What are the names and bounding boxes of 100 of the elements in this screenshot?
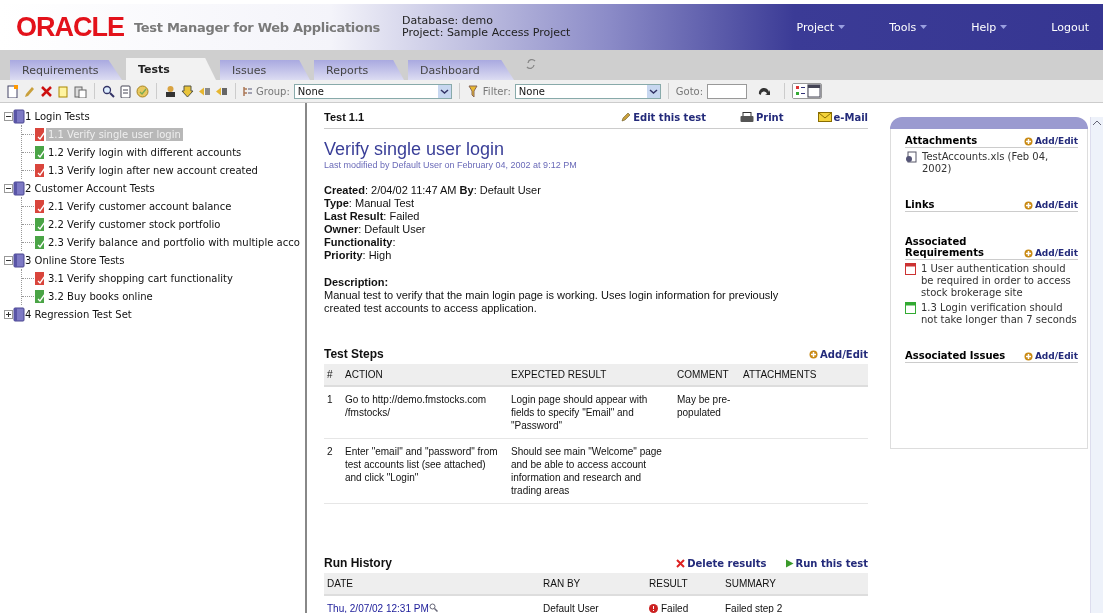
field-line: Functionality: bbox=[324, 236, 397, 249]
add-icon bbox=[1023, 200, 1033, 210]
action-link[interactable]: Print bbox=[739, 111, 784, 123]
description-text: Manual test to verify that the main login page is working. Uses login information for previously created test accounts to access application. bbox=[324, 289, 780, 315]
test-id-heading: Test 1.1 bbox=[324, 111, 366, 123]
add-edit-link[interactable]: Add/Edit bbox=[1023, 351, 1078, 361]
add-icon bbox=[1023, 248, 1033, 258]
section-title: Associated Issues bbox=[905, 350, 1006, 361]
table-cell: Should see main "Welcome" page and be able to access account information and research and trading areas bbox=[508, 438, 674, 504]
paste-icon[interactable] bbox=[74, 84, 87, 98]
menu-item[interactable]: Tools bbox=[875, 20, 942, 34]
tab[interactable]: Reports bbox=[314, 60, 404, 80]
goto-field[interactable] bbox=[707, 83, 748, 99]
add-edit-link[interactable]: Add/Edit bbox=[809, 348, 868, 360]
collapse-icon[interactable] bbox=[4, 255, 13, 265]
field-line: Priority: High bbox=[324, 249, 393, 262]
tab[interactable]: Requirements bbox=[10, 60, 122, 80]
group-icon bbox=[243, 85, 252, 97]
table-cell: Default User bbox=[540, 595, 646, 613]
action-link[interactable]: Run this test bbox=[784, 557, 868, 569]
column-header: COMMENT bbox=[674, 364, 740, 386]
result-cell: Failed bbox=[649, 602, 689, 613]
section-title: Attachments bbox=[905, 135, 979, 146]
add-edit-link[interactable]: Add/Edit bbox=[1023, 136, 1078, 146]
menu-item[interactable]: Help bbox=[957, 20, 1022, 34]
filter-label: Filter: bbox=[482, 85, 511, 97]
database-label: Database: demo bbox=[402, 15, 494, 27]
tab[interactable]: Dashboard bbox=[408, 60, 514, 80]
user-icon[interactable] bbox=[164, 84, 177, 98]
search-icon[interactable] bbox=[102, 84, 115, 98]
tree-item[interactable]: 1.2 Verify login with different accounts bbox=[46, 145, 244, 159]
go-icon[interactable] bbox=[757, 85, 772, 97]
folder-book-icon bbox=[13, 180, 25, 196]
action-link[interactable]: e-Mail bbox=[817, 111, 868, 123]
group-select[interactable]: None bbox=[293, 83, 452, 99]
field-line: Type: Manual Test bbox=[324, 197, 416, 210]
download-icon[interactable] bbox=[181, 84, 194, 98]
tree-item[interactable]: 2.2 Verify customer stock portfolio bbox=[46, 217, 223, 231]
tab[interactable]: Issues bbox=[220, 60, 310, 80]
column-header: RESULT bbox=[646, 573, 722, 595]
tree-group-label[interactable]: 3 Online Store Tests bbox=[25, 254, 125, 266]
table-cell: May be pre-populated bbox=[674, 386, 740, 439]
group-label: Group: bbox=[256, 85, 290, 97]
check-circle-icon[interactable] bbox=[136, 84, 149, 98]
column-header: EXPECTED RESULT bbox=[508, 364, 674, 386]
tree-view-icon[interactable] bbox=[793, 84, 808, 98]
table-cell: 1 bbox=[324, 386, 342, 439]
add-edit-link[interactable]: Add/Edit bbox=[1023, 248, 1078, 258]
date-link[interactable]: Thu, 2/07/02 12:31 PM bbox=[327, 603, 429, 613]
field-line: Owner: Default User bbox=[324, 223, 427, 236]
tree-item[interactable]: 1.3 Verify login after new account created bbox=[46, 163, 260, 177]
column-header: # bbox=[324, 364, 342, 386]
add-icon bbox=[809, 349, 819, 359]
column-header: ATTACHMENTS bbox=[740, 364, 868, 386]
tree-group-label[interactable]: 1 Login Tests bbox=[25, 110, 90, 122]
menu-item[interactable]: Logout bbox=[1037, 20, 1103, 34]
add-icon bbox=[1023, 136, 1033, 146]
table-cell: Enter "email" and "password" from test accounts list (see attached) and click "Login" bbox=[342, 438, 508, 504]
table-cell: Login page should appear with fields to specify "Email" and "Password" bbox=[508, 386, 674, 439]
add-edit-link[interactable]: Add/Edit bbox=[1023, 200, 1078, 210]
collapse-icon[interactable] bbox=[4, 183, 13, 193]
scrollbar[interactable] bbox=[1090, 117, 1103, 613]
item-text: 1.3 Login verification should not take longer than 7 seconds bbox=[921, 302, 1078, 326]
new-test-icon[interactable] bbox=[6, 84, 19, 98]
expand-icon[interactable] bbox=[4, 309, 13, 319]
file-icon bbox=[905, 151, 917, 163]
action-link[interactable]: Delete results bbox=[676, 557, 767, 569]
description-label: Description: bbox=[324, 276, 390, 289]
tree-item[interactable]: 3.1 Verify shopping cart functionality bbox=[46, 271, 235, 285]
envelope-icon bbox=[817, 112, 832, 122]
scroll-up-icon[interactable] bbox=[1093, 120, 1101, 125]
menu-item[interactable]: Project bbox=[782, 20, 860, 34]
clipboard-icon[interactable] bbox=[119, 84, 132, 98]
item-text[interactable]: TestAccounts.xls (Feb 04, 2002) bbox=[922, 151, 1078, 175]
action-link[interactable]: Edit this test bbox=[621, 111, 706, 123]
tree-item[interactable]: 2.1 Verify customer account balance bbox=[46, 199, 234, 213]
tree-item[interactable]: 3.2 Buy books online bbox=[46, 289, 155, 303]
filter-icon bbox=[466, 84, 479, 98]
filter-select[interactable]: None bbox=[514, 83, 661, 99]
tree-group-label[interactable]: 2 Customer Account Tests bbox=[25, 182, 155, 194]
column-header: RAN BY bbox=[540, 573, 646, 595]
project-label: Project: Sample Access Project bbox=[402, 27, 571, 39]
goto-label: Goto: bbox=[675, 85, 704, 97]
magnifier-icon bbox=[428, 603, 438, 612]
test-title: Verify single user login bbox=[324, 139, 506, 160]
collapse-icon[interactable] bbox=[4, 111, 13, 121]
section-title: Links bbox=[905, 199, 936, 210]
field-line: Last Result: Failed bbox=[324, 210, 421, 223]
tree-item[interactable]: 2.3 Verify balance and portfolio with multiple acco bbox=[46, 235, 302, 249]
panel-view-icon[interactable] bbox=[807, 84, 822, 98]
modified-note: Last modified by Default User on February 04, 2002 at 9:12 PM bbox=[324, 160, 578, 170]
column-header: DATE bbox=[324, 573, 540, 595]
tree-group-label[interactable]: 4 Regression Test Set bbox=[25, 308, 132, 320]
folder-book-icon bbox=[13, 252, 25, 268]
tab[interactable]: Tests bbox=[126, 58, 216, 80]
table-cell: Go to http://demo.fmstocks.com /fmstocks/ bbox=[342, 386, 508, 439]
section-title: Associated Requirements bbox=[905, 236, 985, 258]
oracle-logo: ORACLE bbox=[16, 11, 124, 43]
delete-icon[interactable] bbox=[40, 84, 53, 98]
folder-book-icon bbox=[13, 108, 25, 124]
